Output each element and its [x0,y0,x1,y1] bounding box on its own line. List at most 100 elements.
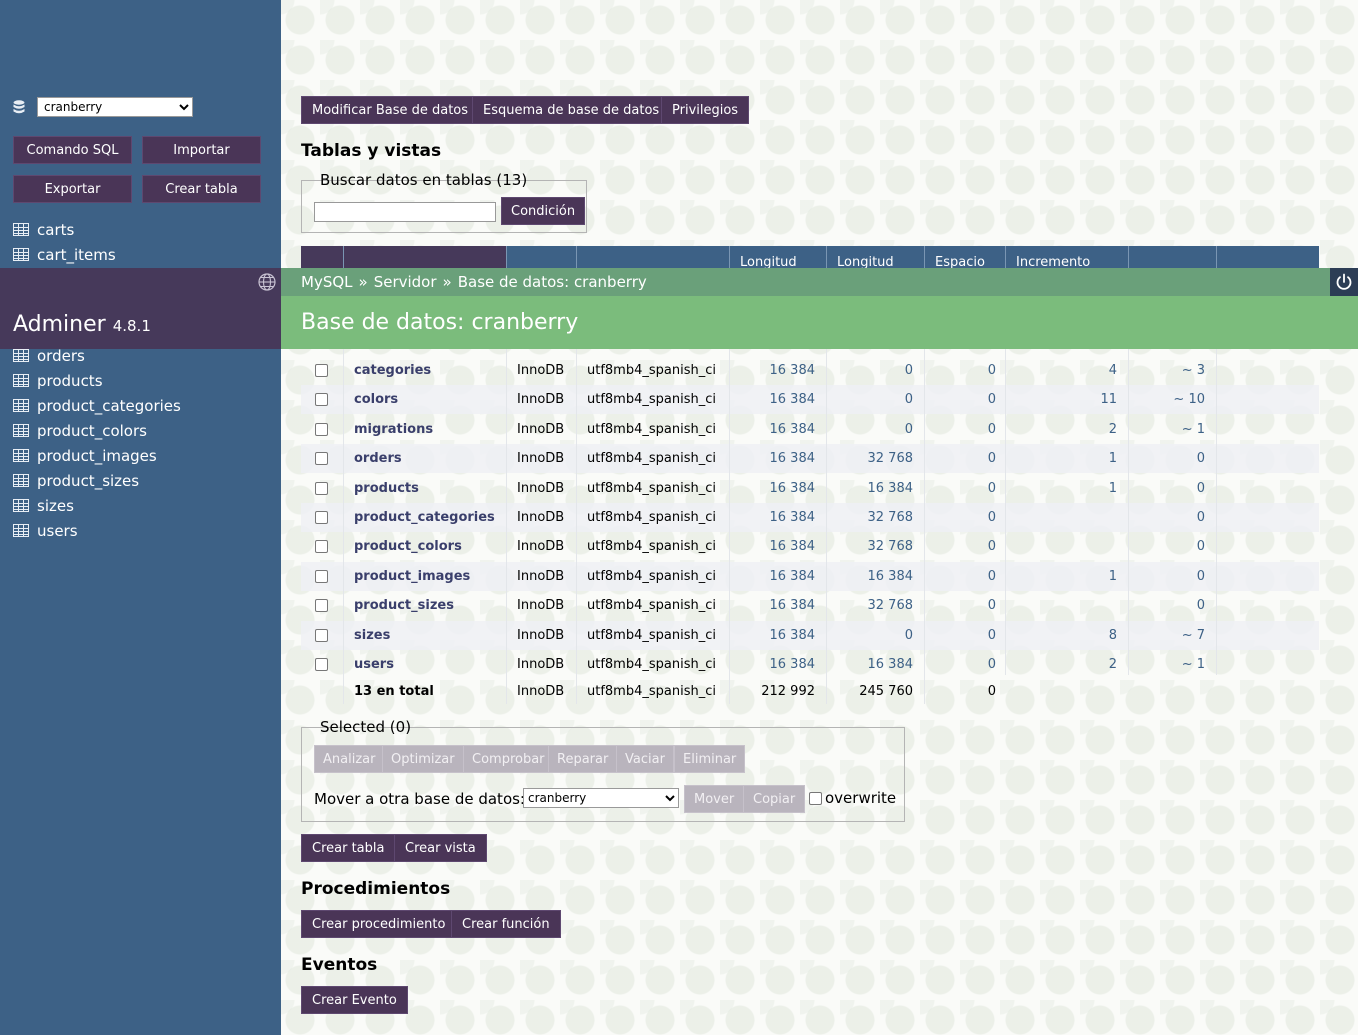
cell-name[interactable]: products [354,474,504,503]
sidebar-item-users[interactable]: users [13,518,181,543]
sidebar-item-label[interactable]: products [37,372,103,390]
cell-free[interactable]: 0 [924,356,996,385]
move-button[interactable]: Mover [684,785,745,813]
drop-button[interactable]: Eliminar [674,745,746,773]
table-icon[interactable] [13,424,29,437]
sidebar-item-label[interactable]: users [37,522,78,540]
cell-name[interactable]: product_images [354,562,504,591]
table-icon[interactable] [13,449,29,462]
create-table-sidebar-button[interactable]: Crear tabla [142,175,261,203]
copy-button[interactable]: Copiar [743,785,806,813]
sidebar-item-label[interactable]: carts [37,221,74,239]
cell-index[interactable]: 32 768 [826,503,914,532]
cell-rows[interactable]: 0 [1128,503,1205,532]
cell-rows[interactable]: 0 [1128,532,1205,561]
optimize-button[interactable]: Optimizar [382,745,464,773]
cell-free[interactable]: 0 [924,621,996,650]
table-icon[interactable] [13,399,29,412]
cell-auto[interactable]: 4 [1005,356,1117,385]
sidebar-item-label[interactable]: cart_items [37,246,116,264]
header-auto-increment[interactable]: Incremento [1005,246,1128,268]
breadcrumb-server[interactable]: Servidor [374,273,437,291]
cell-free[interactable]: 0 [924,444,996,473]
cell-index[interactable]: 32 768 [826,444,914,473]
cell-auto[interactable] [1005,532,1117,561]
cell-data[interactable]: 16 384 [729,532,816,561]
cell-rows[interactable]: 0 [1128,562,1205,591]
move-database-select[interactable]: cranberry [523,788,679,808]
cell-data[interactable]: 16 384 [729,415,816,444]
alter-database-button[interactable]: Modificar Base de datos [301,96,480,124]
cell-name[interactable]: categories [354,356,504,385]
sidebar-item-product-sizes[interactable]: product_sizes [13,468,181,493]
search-condition-button[interactable]: Condición [501,197,586,225]
cell-name[interactable]: product_colors [354,532,504,561]
header-comment[interactable] [1216,246,1319,268]
table-icon[interactable] [13,499,29,512]
row-checkbox[interactable] [315,423,328,436]
cell-free[interactable]: 0 [924,650,996,679]
row-checkbox[interactable] [315,393,328,406]
cell-auto[interactable] [1005,591,1117,620]
truncate-button[interactable]: Vaciar [616,745,674,773]
search-tables-input[interactable] [314,202,496,222]
database-select[interactable]: cranberry [37,97,193,117]
cell-index[interactable]: 0 [826,621,913,650]
header-collation[interactable] [576,246,729,268]
overwrite-label[interactable]: overwrite [825,789,896,807]
analyze-button[interactable]: Analizar [314,745,385,773]
header-data-free[interactable]: Espacio [924,246,1005,268]
cell-index[interactable]: 16 384 [826,562,914,591]
sidebar-item-cart-items[interactable]: cart_items [13,242,116,267]
sql-command-button[interactable]: Comando SQL [13,136,132,164]
cell-free[interactable]: 0 [924,562,996,591]
sidebar-item-label[interactable]: product_colors [37,422,147,440]
cell-free[interactable]: 0 [924,503,996,532]
cell-index[interactable]: 0 [826,356,913,385]
sidebar-item-label[interactable]: product_images [37,447,157,465]
row-checkbox[interactable] [315,452,328,465]
cell-free[interactable]: 0 [924,415,996,444]
cell-index[interactable]: 16 384 [826,650,914,679]
cell-rows[interactable]: ~ 1 [1128,415,1205,444]
database-schema-button[interactable]: Esquema de base de datos [472,96,671,124]
cell-name[interactable]: product_categories [354,503,504,532]
header-data-length[interactable]: Longitud [729,246,826,268]
row-checkbox[interactable] [315,658,328,671]
cell-rows[interactable]: ~ 10 [1128,385,1205,414]
cell-auto[interactable]: 1 [1005,474,1117,503]
cell-auto[interactable]: 11 [1005,385,1117,414]
sidebar-item-label[interactable]: orders [37,347,85,365]
table-icon[interactable] [13,223,29,236]
cell-name[interactable]: sizes [354,621,504,650]
table-icon[interactable] [13,524,29,537]
cell-data[interactable]: 16 384 [729,621,816,650]
cell-rows[interactable]: 0 [1128,474,1205,503]
table-icon[interactable] [13,349,29,362]
header-rows[interactable] [1128,246,1216,268]
sidebar-item-label[interactable]: sizes [37,497,74,515]
row-checkbox[interactable] [315,482,328,495]
cell-rows[interactable]: 0 [1128,444,1205,473]
cell-free[interactable]: 0 [924,591,996,620]
cell-free[interactable]: 0 [924,385,996,414]
header-engine[interactable] [506,246,576,268]
cell-data[interactable]: 16 384 [729,562,816,591]
create-view-button[interactable]: Crear vista [394,834,487,862]
cell-name[interactable]: orders [354,444,504,473]
import-button[interactable]: Importar [142,136,261,164]
row-checkbox[interactable] [315,629,328,642]
cell-name[interactable]: product_sizes [354,591,504,620]
cell-index[interactable]: 0 [826,385,913,414]
cell-rows[interactable]: ~ 7 [1128,621,1205,650]
select-all-header[interactable] [301,246,343,268]
create-table-button[interactable]: Crear tabla [301,834,396,862]
row-checkbox[interactable] [315,364,328,377]
cell-data[interactable]: 16 384 [729,650,816,679]
sidebar-item-label[interactable]: product_sizes [37,472,139,490]
row-checkbox[interactable] [315,540,328,553]
cell-auto[interactable] [1005,503,1117,532]
sidebar-item-products[interactable]: products [13,368,181,393]
row-checkbox[interactable] [315,570,328,583]
cell-auto[interactable]: 2 [1005,415,1117,444]
